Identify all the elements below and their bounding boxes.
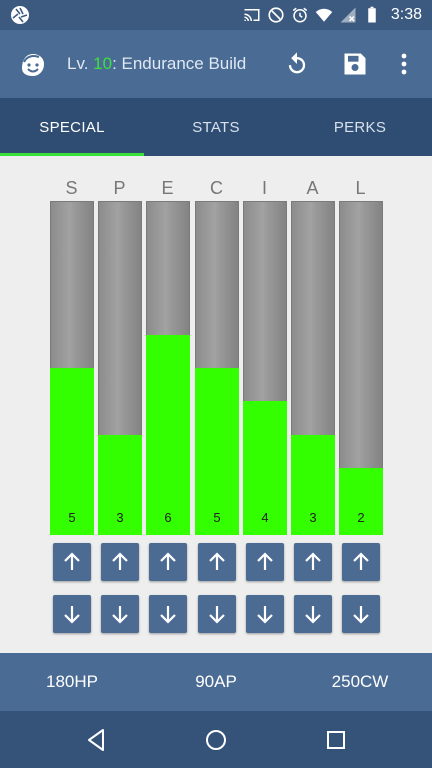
status-bar: 3:38 [0, 0, 432, 30]
special-letter-s: S [65, 178, 79, 198]
increase-i-button[interactable] [246, 543, 284, 581]
shutter-icon [11, 6, 29, 24]
arrow-down-icon [209, 606, 225, 624]
increase-s-button[interactable] [53, 543, 91, 581]
increase-l-button[interactable] [342, 543, 380, 581]
special-letter-c: C [210, 178, 224, 198]
hp-stat: 180HP [46, 672, 98, 691]
refresh-icon[interactable] [283, 50, 311, 78]
arrow-up-icon [64, 552, 80, 570]
status-time: 3:38 [390, 6, 422, 23]
home-icon[interactable] [201, 725, 231, 755]
navigation-bar [0, 711, 432, 768]
arrow-down-icon [160, 606, 176, 624]
special-bar-c: 5 [195, 201, 239, 535]
special-bar-p: 3 [98, 201, 142, 535]
arrow-down-icon [353, 606, 369, 624]
arrow-up-icon [160, 552, 176, 570]
special-value: 5 [68, 510, 76, 525]
special-value: 5 [213, 510, 221, 525]
arrow-down-icon [64, 606, 80, 624]
more-vert-icon[interactable] [392, 50, 416, 78]
level-prefix: Lv. [67, 54, 94, 73]
special-letter-e: E [161, 178, 175, 198]
arrow-up-icon [353, 552, 369, 570]
decrease-a-button[interactable] [294, 595, 332, 633]
decrease-s-button[interactable] [53, 595, 91, 633]
do-not-disturb-icon [268, 7, 284, 23]
back-icon[interactable] [82, 725, 112, 755]
decrease-c-button[interactable] [198, 595, 236, 633]
special-value: 6 [164, 510, 172, 525]
special-bar-a: 3 [291, 201, 335, 535]
recents-icon[interactable] [321, 725, 351, 755]
decrease-p-button[interactable] [101, 595, 139, 633]
special-letter-l: L [355, 178, 367, 198]
derived-stats-bar: 180HP 90AP 250CW [0, 653, 432, 711]
special-value: 3 [116, 510, 124, 525]
arrow-up-icon [305, 552, 321, 570]
battery-icon [368, 6, 376, 23]
special-letter-i: I [261, 178, 268, 198]
arrow-down-icon [257, 606, 273, 624]
cw-stat: 250CW [331, 672, 389, 691]
active-tab-indicator [0, 153, 144, 156]
decrease-i-button[interactable] [246, 595, 284, 633]
level-number: 10 [93, 54, 113, 73]
special-bar-l: 2 [339, 201, 383, 535]
tab-bar: SPECIAL STATS PERKS [0, 98, 432, 156]
special-bar-e: 6 [146, 201, 190, 535]
increase-c-button[interactable] [198, 543, 236, 581]
tab-special[interactable]: SPECIAL [0, 98, 144, 156]
tab-perks[interactable]: PERKS [288, 98, 432, 156]
special-value: 2 [357, 510, 365, 525]
arrow-up-icon [209, 552, 225, 570]
save-icon[interactable] [341, 50, 369, 78]
no-signal-icon [340, 7, 356, 23]
ap-stat: 90AP [195, 672, 237, 691]
vault-boy-face-icon[interactable] [18, 50, 48, 80]
cast-icon [244, 9, 260, 21]
decrease-e-button[interactable] [149, 595, 187, 633]
special-bar-i: 4 [243, 201, 287, 535]
decrease-l-button[interactable] [342, 595, 380, 633]
build-name: : Endurance Build [112, 54, 247, 73]
increase-e-button[interactable] [149, 543, 187, 581]
app-bar: Lv. 10: Endurance Build [0, 30, 432, 98]
special-bar-fill [146, 335, 190, 535]
special-bar-s: 5 [50, 201, 94, 535]
build-title: Lv. 10: Endurance Build [67, 54, 246, 74]
arrow-down-icon [305, 606, 321, 624]
tab-stats[interactable]: STATS [144, 98, 288, 156]
special-letter-p: P [113, 178, 127, 198]
arrow-down-icon [112, 606, 128, 624]
special-value: 4 [261, 510, 269, 525]
alarm-icon [292, 7, 308, 23]
arrow-up-icon [257, 552, 273, 570]
increase-a-button[interactable] [294, 543, 332, 581]
special-value: 3 [309, 510, 317, 525]
wifi-icon [315, 8, 333, 22]
increase-p-button[interactable] [101, 543, 139, 581]
special-letter-a: A [306, 178, 320, 198]
arrow-up-icon [112, 552, 128, 570]
